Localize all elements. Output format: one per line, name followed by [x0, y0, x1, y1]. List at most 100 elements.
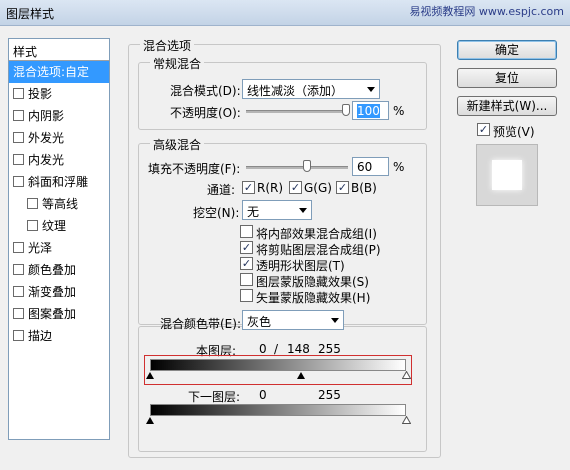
style-checkbox[interactable] — [27, 198, 38, 209]
advanced-blend-title: 高级混合 — [150, 136, 205, 153]
channel-g-checkbox[interactable]: ✓ — [289, 181, 302, 194]
style-checkbox[interactable] — [13, 132, 24, 143]
reset-button[interactable]: 复位 — [457, 68, 557, 88]
blend-mode-select[interactable]: 线性减淡（添加） — [242, 79, 380, 99]
channel-r-checkbox[interactable]: ✓ — [242, 181, 255, 194]
this-layer-separator: / — [274, 342, 279, 356]
style-list-item[interactable]: 纹理 — [9, 215, 109, 237]
style-list-item[interactable]: 等高线 — [9, 193, 109, 215]
style-list-header: 样式 — [9, 39, 109, 61]
style-list-item-label: 纹理 — [42, 219, 67, 233]
style-checkbox[interactable] — [13, 154, 24, 165]
style-list-item-label: 混合选项:自定 — [13, 65, 90, 79]
style-checkbox[interactable] — [13, 110, 24, 121]
opacity-value: 100 — [357, 104, 380, 118]
channel-r-label: R(R) — [257, 181, 284, 195]
advanced-option-checkbox[interactable] — [240, 273, 253, 286]
this-layer-black-handle[interactable] — [146, 372, 154, 379]
under-layer-white-handle[interactable] — [402, 416, 411, 424]
opacity-slider[interactable] — [246, 110, 348, 113]
opacity-unit: % — [393, 104, 405, 118]
blend-if-select[interactable]: 灰色 — [242, 310, 344, 330]
this-layer-low: 0 — [259, 342, 267, 356]
channel-b-checkbox[interactable]: ✓ — [336, 181, 349, 194]
chevron-down-icon — [299, 208, 307, 213]
style-list-item[interactable]: 颜色叠加 — [9, 259, 109, 281]
blend-options-title: 混合选项 — [140, 37, 195, 54]
opacity-input[interactable]: 100 — [352, 101, 389, 120]
channels-label: 通道: — [207, 183, 236, 197]
style-list-item-label: 图案叠加 — [28, 307, 77, 321]
style-list-item[interactable]: 渐变叠加 — [9, 281, 109, 303]
blend-if-label: 混合颜色带(E): — [160, 317, 241, 331]
blend-mode-value: 线性减淡（添加） — [247, 84, 344, 98]
style-checkbox[interactable] — [27, 220, 38, 231]
preview-swatch — [476, 144, 538, 206]
general-blend-title: 常规混合 — [150, 55, 205, 72]
under-layer-high: 255 — [318, 388, 341, 402]
under-layer-gradient — [150, 404, 406, 416]
style-list-item[interactable]: 描边 — [9, 325, 109, 347]
opacity-label: 不透明度(O): — [170, 106, 241, 120]
window-title: 图层样式 — [6, 7, 55, 21]
style-list-item-label: 内发光 — [28, 153, 65, 167]
style-list[interactable]: 样式 混合选项:自定投影内阴影外发光内发光斜面和浮雕等高线纹理光泽颜色叠加渐变叠… — [8, 38, 110, 440]
fill-opacity-value: 60 — [357, 160, 373, 174]
advanced-option-checkbox[interactable] — [240, 289, 253, 302]
blend-mode-label: 混合模式(D): — [170, 84, 241, 98]
style-list-item[interactable]: 内阴影 — [9, 105, 109, 127]
fill-opacity-label: 填充不透明度(F): — [148, 162, 241, 176]
under-layer-label: 下一图层: — [188, 390, 241, 404]
advanced-option-checkbox[interactable]: ✓ — [240, 257, 253, 270]
style-checkbox[interactable] — [13, 242, 24, 253]
blend-if-group — [138, 326, 427, 452]
style-list-item[interactable]: 图案叠加 — [9, 303, 109, 325]
this-layer-split: 148 — [287, 342, 310, 356]
ok-button[interactable]: 确定 — [457, 40, 557, 60]
style-checkbox[interactable] — [13, 286, 24, 297]
channel-g-label: G(G) — [304, 181, 332, 195]
style-list-item-label: 渐变叠加 — [28, 285, 77, 299]
new-style-button[interactable]: 新建样式(W)... — [457, 96, 557, 116]
style-list-item[interactable]: 投影 — [9, 83, 109, 105]
advanced-option-checkbox[interactable]: ✓ — [240, 241, 253, 254]
style-checkbox[interactable] — [13, 176, 24, 187]
style-list-item[interactable]: 混合选项:自定 — [9, 61, 109, 83]
channel-b-label: B(B) — [351, 181, 377, 195]
knockout-select[interactable]: 无 — [242, 200, 312, 220]
style-checkbox[interactable] — [13, 88, 24, 99]
style-list-item[interactable]: 内发光 — [9, 149, 109, 171]
style-list-item-label: 投影 — [28, 87, 53, 101]
opacity-slider-thumb[interactable] — [342, 104, 350, 116]
style-list-item[interactable]: 外发光 — [9, 127, 109, 149]
style-checkbox[interactable] — [13, 330, 24, 341]
style-list-item[interactable]: 斜面和浮雕 — [9, 171, 109, 193]
advanced-option-label: 图层蒙版隐藏效果(S) — [256, 275, 369, 289]
style-list-item-label: 光泽 — [28, 241, 53, 255]
fill-opacity-slider[interactable] — [246, 166, 348, 169]
style-list-item[interactable]: 光泽 — [9, 237, 109, 259]
this-layer-white-handle[interactable] — [402, 371, 411, 379]
style-checkbox[interactable] — [13, 264, 24, 275]
under-layer-low: 0 — [259, 388, 267, 402]
style-list-item-label: 描边 — [28, 329, 53, 343]
advanced-option-checkbox[interactable] — [240, 225, 253, 238]
style-list-item-label: 外发光 — [28, 131, 65, 145]
under-layer-black-handle[interactable] — [146, 417, 154, 424]
fill-opacity-slider-thumb[interactable] — [303, 160, 312, 172]
dialog-body: 样式 混合选项:自定投影内阴影外发光内发光斜面和浮雕等高线纹理光泽颜色叠加渐变叠… — [0, 26, 570, 470]
fill-opacity-input[interactable]: 60 — [352, 157, 389, 176]
preview-checkbox[interactable]: ✓ — [477, 123, 490, 136]
this-layer-high: 255 — [318, 342, 341, 356]
style-checkbox[interactable] — [13, 308, 24, 319]
preview-label: 预览(V) — [493, 125, 535, 139]
chevron-down-icon — [331, 318, 339, 323]
fill-opacity-unit: % — [393, 160, 405, 174]
advanced-option-label: 将剪贴图层混合成组(P) — [256, 243, 381, 257]
watermark-text: 易视频教程网 www.espjc.com — [409, 5, 564, 18]
title-bar: 图层样式 易视频教程网 www.espjc.com — [0, 0, 570, 26]
style-list-item-label: 颜色叠加 — [28, 263, 77, 277]
style-list-item-label: 斜面和浮雕 — [28, 175, 89, 189]
blend-if-value: 灰色 — [247, 315, 272, 329]
this-layer-split-handle[interactable] — [297, 372, 305, 379]
